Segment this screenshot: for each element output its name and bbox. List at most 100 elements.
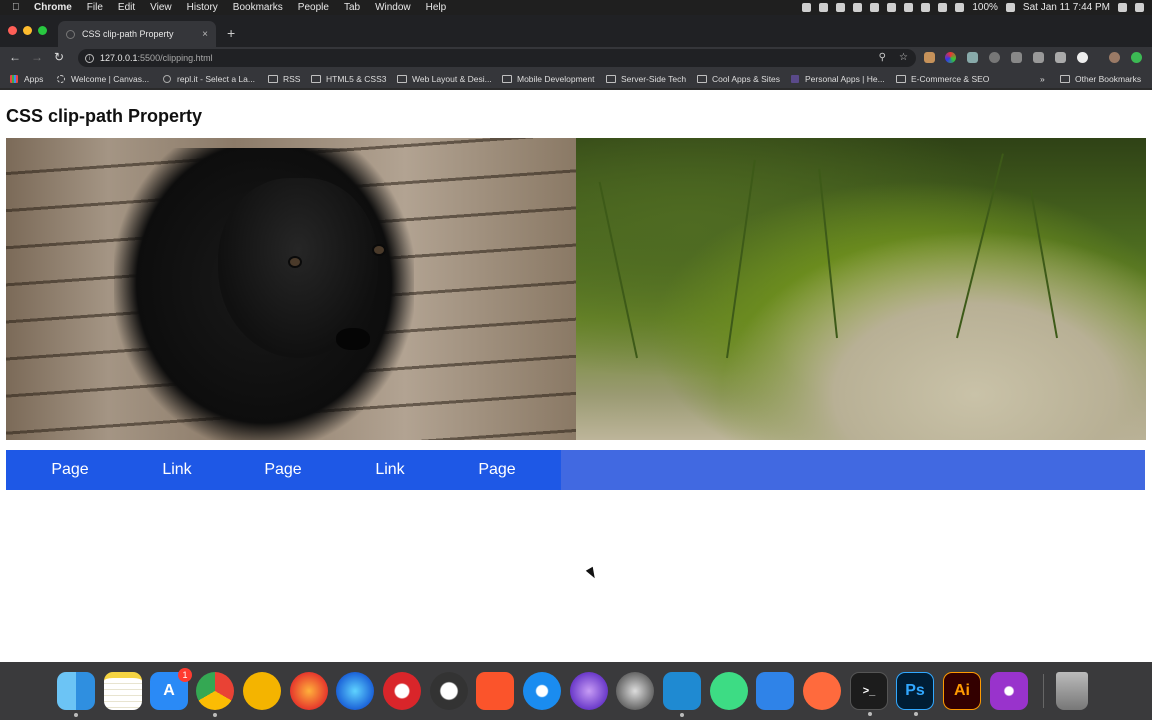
battery-icon[interactable]: [1005, 3, 1015, 12]
canvas-icon: [57, 75, 65, 83]
extension-7-icon[interactable]: [1055, 52, 1066, 63]
other-bookmarks[interactable]: Other Bookmarks: [1060, 74, 1141, 84]
wifi-icon[interactable]: [938, 3, 948, 12]
zoom-icon[interactable]: ⚲: [879, 52, 886, 63]
close-window-button[interactable]: [8, 26, 17, 35]
bookmark-folder-server[interactable]: Server-Side Tech: [606, 74, 686, 84]
bookmark-folder-web-layout[interactable]: Web Layout & Desi...: [397, 74, 492, 84]
apple-menu-icon[interactable]: : [12, 2, 24, 13]
bookmark-folder-mobile[interactable]: Mobile Development: [502, 74, 594, 84]
notes-icon[interactable]: [104, 672, 142, 710]
spotlight-icon[interactable]: [1118, 3, 1127, 12]
forward-button[interactable]: →: [30, 50, 44, 64]
creative-cloud-icon[interactable]: [819, 3, 829, 12]
opera-icon[interactable]: [383, 672, 421, 710]
bookmark-folder-cool-apps[interactable]: Cool Apps & Sites: [697, 74, 780, 84]
vue-devtools-icon[interactable]: [1033, 52, 1044, 63]
chrome-canary-icon[interactable]: [243, 672, 281, 710]
bookmark-personal-apps[interactable]: Personal Apps | He...: [791, 74, 885, 84]
brave-icon[interactable]: [476, 672, 514, 710]
address-bar[interactable]: i 127.0.0.1:5500/clipping.html ⚲ ☆: [78, 49, 916, 67]
chrome-icon[interactable]: [196, 672, 234, 717]
firefox-dev-icon[interactable]: [336, 672, 374, 710]
messenger-icon[interactable]: [887, 3, 897, 12]
illustrator-icon[interactable]: Ai: [943, 672, 981, 710]
airplay-icon[interactable]: [904, 3, 914, 12]
fern-shape: [726, 159, 756, 359]
folder-icon: [311, 75, 321, 83]
menu-chrome[interactable]: Chrome: [34, 2, 72, 13]
folder-icon: [1060, 75, 1070, 83]
reload-button[interactable]: ↻: [52, 50, 66, 64]
extension-8-icon[interactable]: [1077, 52, 1088, 63]
nav-link-page-3[interactable]: Page: [457, 450, 537, 490]
nav-link-link-1[interactable]: Link: [137, 450, 217, 490]
zoom-window-button[interactable]: [38, 26, 47, 35]
terminal-icon[interactable]: >_: [850, 672, 888, 716]
bookmark-replit[interactable]: repl.it - Select a La...: [163, 74, 255, 84]
apps-icon: [10, 75, 18, 83]
menu-people[interactable]: People: [298, 2, 329, 13]
bookmark-label: Cool Apps & Sites: [712, 74, 781, 84]
finder-icon[interactable]: [57, 672, 95, 717]
bookmark-star-icon[interactable]: ☆: [899, 52, 908, 63]
new-tab-button[interactable]: +: [227, 25, 235, 41]
macos-menu-bar:  Chrome File Edit View History Bookmark…: [0, 0, 1152, 15]
minimize-window-button[interactable]: [23, 26, 32, 35]
extension-5-icon[interactable]: [1011, 52, 1022, 63]
sync-icon[interactable]: [836, 3, 846, 12]
menu-view[interactable]: View: [150, 2, 172, 13]
bluetooth-icon[interactable]: [921, 3, 931, 12]
extension-4-icon[interactable]: [989, 52, 1000, 63]
menu-window[interactable]: Window: [375, 2, 411, 13]
bookmark-apps[interactable]: Apps: [10, 74, 43, 84]
tor-icon[interactable]: [430, 672, 468, 710]
android-studio-icon[interactable]: [710, 672, 748, 710]
sketchbook-icon[interactable]: [803, 672, 841, 710]
back-button[interactable]: ←: [8, 50, 22, 64]
safari-preview-icon[interactable]: [570, 672, 608, 710]
trash-icon[interactable]: [1056, 672, 1088, 710]
bookmark-folder-ecommerce[interactable]: E-Commerce & SEO: [896, 74, 989, 84]
menu-history[interactable]: History: [187, 2, 218, 13]
menu-edit[interactable]: Edit: [118, 2, 135, 13]
notification-center-icon[interactable]: [1135, 3, 1144, 12]
menu-help[interactable]: Help: [426, 2, 447, 13]
bookmark-folder-rss[interactable]: RSS: [268, 74, 300, 84]
safari-icon[interactable]: [523, 672, 561, 710]
dropbox-icon[interactable]: [853, 3, 863, 12]
vscode-icon[interactable]: [663, 672, 701, 717]
motion-icon[interactable]: [616, 672, 654, 710]
xcode-icon[interactable]: [756, 672, 794, 710]
folder-icon: [606, 75, 616, 83]
menu-file[interactable]: File: [87, 2, 103, 13]
notes-status-icon[interactable]: [870, 3, 880, 12]
tab-close-icon[interactable]: ×: [202, 29, 208, 40]
menu-tab[interactable]: Tab: [344, 2, 360, 13]
profile-avatar[interactable]: [1109, 52, 1120, 63]
extension-1-icon[interactable]: [924, 52, 935, 63]
firefox-icon[interactable]: [290, 672, 328, 710]
more-bookmarks-chevron[interactable]: »: [1040, 74, 1045, 84]
bookmark-folder-html5[interactable]: HTML5 & CSS3: [311, 74, 386, 84]
clock[interactable]: Sat Jan 11 7:44 PM: [1023, 2, 1110, 13]
podcasts-icon[interactable]: [990, 672, 1028, 710]
browser-tab[interactable]: CSS clip-path Property ×: [58, 21, 216, 47]
menu-bookmarks[interactable]: Bookmarks: [233, 2, 283, 13]
bookmarks-bar: Apps Welcome | Canvas... repl.it - Selec…: [0, 69, 1152, 89]
color-picker-extension-icon[interactable]: [945, 52, 956, 63]
nav-link-page-2[interactable]: Page: [243, 450, 323, 490]
sync-status-icon[interactable]: [1131, 52, 1142, 63]
site-info-icon[interactable]: i: [85, 53, 94, 63]
screen-icon[interactable]: [802, 3, 812, 12]
nav-link-link-2[interactable]: Link: [350, 450, 430, 490]
bookmark-canvas[interactable]: Welcome | Canvas...: [57, 74, 149, 84]
battery-percent[interactable]: 100%: [972, 2, 998, 13]
nav-link-page-1[interactable]: Page: [30, 450, 110, 490]
photoshop-icon[interactable]: Ps: [896, 672, 934, 716]
url-host: 127.0.0.1: [100, 53, 138, 63]
app-store-icon[interactable]: A1: [150, 668, 192, 710]
macos-dock: A1 >_ Ps Ai: [0, 662, 1152, 720]
volume-icon[interactable]: [955, 3, 965, 12]
react-devtools-icon[interactable]: [967, 52, 978, 63]
